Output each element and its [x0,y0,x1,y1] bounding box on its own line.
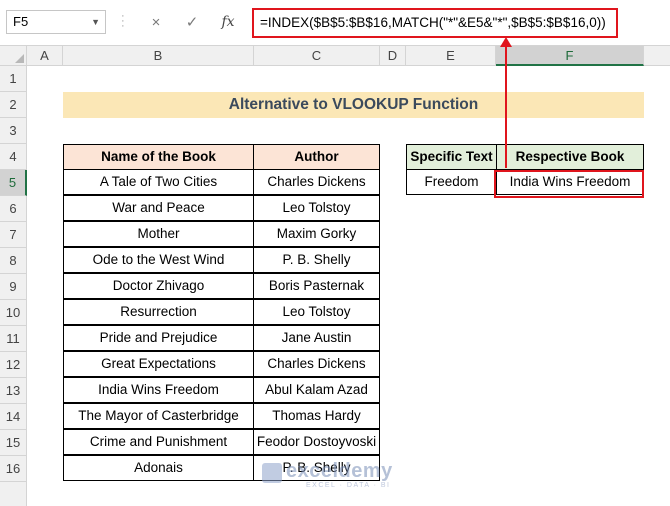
row-header-2[interactable]: 2 [0,92,27,118]
arrow-up-icon [500,37,512,47]
row-header-16[interactable]: 16 [0,456,27,482]
chevron-down-icon[interactable]: ▼ [91,11,100,33]
column-header-d[interactable]: D [380,46,406,66]
author-cell[interactable]: Jane Austin [253,325,380,351]
book-cell[interactable]: Doctor Zhivago [63,273,254,299]
column-header-g-partial[interactable] [644,46,670,66]
column-header-c[interactable]: C [254,46,380,66]
row-header-3[interactable]: 3 [0,118,27,144]
book-cell[interactable]: India Wins Freedom [63,377,254,403]
drag-handle-icon[interactable]: · · · [121,11,125,32]
cancel-icon[interactable]: × [138,14,174,31]
author-cell[interactable]: Thomas Hardy [253,403,380,429]
header-author[interactable]: Author [253,144,380,170]
formula-bar: F5 ▼ · · · × ✓ fx =INDEX($B$5:$B$16,MATCH(… [0,0,670,46]
header-specific-text[interactable]: Specific Text [406,144,497,170]
book-cell[interactable]: Pride and Prejudice [63,325,254,351]
author-cell[interactable]: Charles Dickens [253,351,380,377]
row-header-13[interactable]: 13 [0,378,27,404]
row-header-9[interactable]: 9 [0,274,27,300]
watermark-name: exceldemy [286,460,393,482]
column-header-e[interactable]: E [406,46,496,66]
row-header-15[interactable]: 15 [0,430,27,456]
row-header-6[interactable]: 6 [0,196,27,222]
row-header-14[interactable]: 14 [0,404,27,430]
author-cell[interactable]: Abul Kalam Azad [253,377,380,403]
author-cell[interactable]: Boris Pasternak [253,273,380,299]
header-respective-book[interactable]: Respective Book [496,144,644,170]
logo-mark-icon [262,463,282,483]
sheet-title[interactable]: Alternative to VLOOKUP Function [63,92,644,118]
row-header-17-partial[interactable] [0,482,27,506]
book-cell[interactable]: Resurrection [63,299,254,325]
book-cell[interactable]: Ode to the West Wind [63,247,254,273]
row-header-5[interactable]: 5 [0,170,27,196]
select-all-triangle-icon [15,54,24,63]
author-cell[interactable]: Charles Dickens [253,169,380,195]
row-header-4[interactable]: 4 [0,144,27,170]
enter-icon[interactable]: ✓ [174,13,210,31]
author-cell[interactable]: Maxim Gorky [253,221,380,247]
row-header-11[interactable]: 11 [0,326,27,352]
book-cell[interactable]: The Mayor of Casterbridge [63,403,254,429]
book-cell[interactable]: War and Peace [63,195,254,221]
row-header-7[interactable]: 7 [0,222,27,248]
header-name-of-book[interactable]: Name of the Book [63,144,254,170]
watermark-tagline: EXCEL · DATA · BI [306,482,391,489]
book-cell[interactable]: Great Expectations [63,351,254,377]
book-cell[interactable]: Adonais [63,455,254,481]
formula-bar-controls: × ✓ fx [138,10,250,34]
author-cell[interactable]: P. B. Shelly [253,247,380,273]
formula-input[interactable]: =INDEX($B$5:$B$16,MATCH("*"&E5&"*",$B$5:… [252,8,618,38]
name-box[interactable]: F5 ▼ [6,10,106,34]
select-all-button[interactable] [0,46,27,66]
name-box-value: F5 [13,14,29,29]
column-header-a[interactable]: A [27,46,63,66]
watermark-logo: exceldemy EXCEL · DATA · BI [262,460,412,494]
annotation-arrow-line [505,40,507,168]
row-header-12[interactable]: 12 [0,352,27,378]
book-cell[interactable]: A Tale of Two Cities [63,169,254,195]
book-cell[interactable]: Mother [63,221,254,247]
column-header-f[interactable]: F [496,46,644,66]
author-cell[interactable]: Feodor Dostoyvoski [253,429,380,455]
row-header-8[interactable]: 8 [0,248,27,274]
author-cell[interactable]: Leo Tolstoy [253,299,380,325]
row-header-10[interactable]: 10 [0,300,27,326]
insert-function-icon[interactable]: fx [210,14,246,30]
specific-text-cell[interactable]: Freedom [406,169,497,195]
row-header-1[interactable]: 1 [0,66,27,92]
book-cell[interactable]: Crime and Punishment [63,429,254,455]
column-header-b[interactable]: B [63,46,254,66]
author-cell[interactable]: Leo Tolstoy [253,195,380,221]
result-highlight-box [494,170,644,198]
